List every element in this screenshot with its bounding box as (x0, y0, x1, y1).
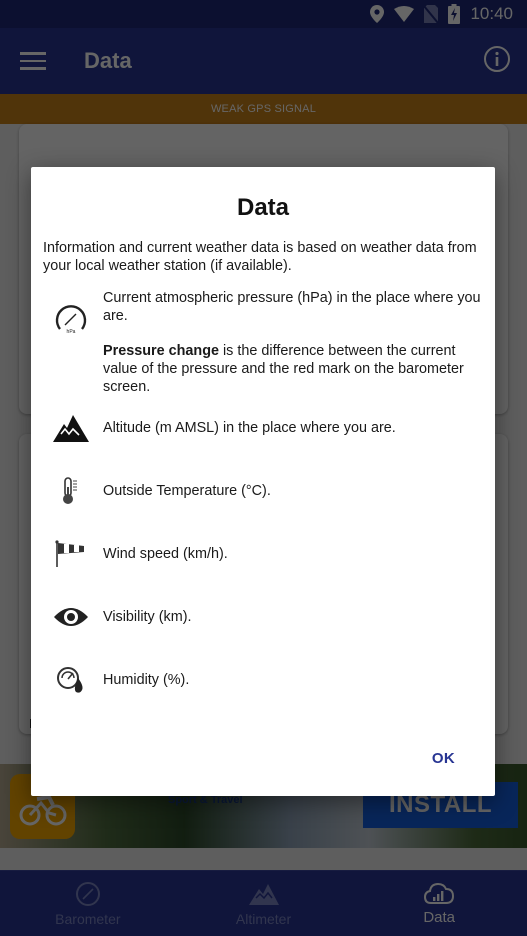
info-text: Outside Temperature (°C). (103, 483, 271, 499)
data-info-dialog: Data Information and current weather dat… (31, 167, 495, 796)
windsock-icon (53, 536, 89, 572)
info-text: Current atmospheric pressure (hPa) in th… (103, 290, 481, 324)
ok-button[interactable]: OK (432, 750, 455, 767)
info-bold-term: Pressure change (103, 343, 219, 359)
info-text: Wind speed (km/h). (103, 546, 228, 562)
info-text: Humidity (%). (103, 672, 190, 688)
dialog-intro: Information and current weather data is … (43, 240, 477, 274)
humidity-gauge-icon (53, 662, 89, 698)
dialog-title: Data (236, 194, 290, 221)
info-text: Pressure change is the difference betwee… (103, 342, 483, 396)
eye-icon (53, 599, 89, 635)
info-text: Visibility (km). (103, 609, 192, 625)
barometer-hpa-icon: hPa (53, 301, 89, 337)
info-text: Altitude (m AMSL) in the place where you… (103, 420, 396, 436)
mountain-icon (53, 410, 89, 446)
thermometer-icon (53, 473, 89, 509)
svg-text:hPa: hPa (67, 329, 76, 335)
